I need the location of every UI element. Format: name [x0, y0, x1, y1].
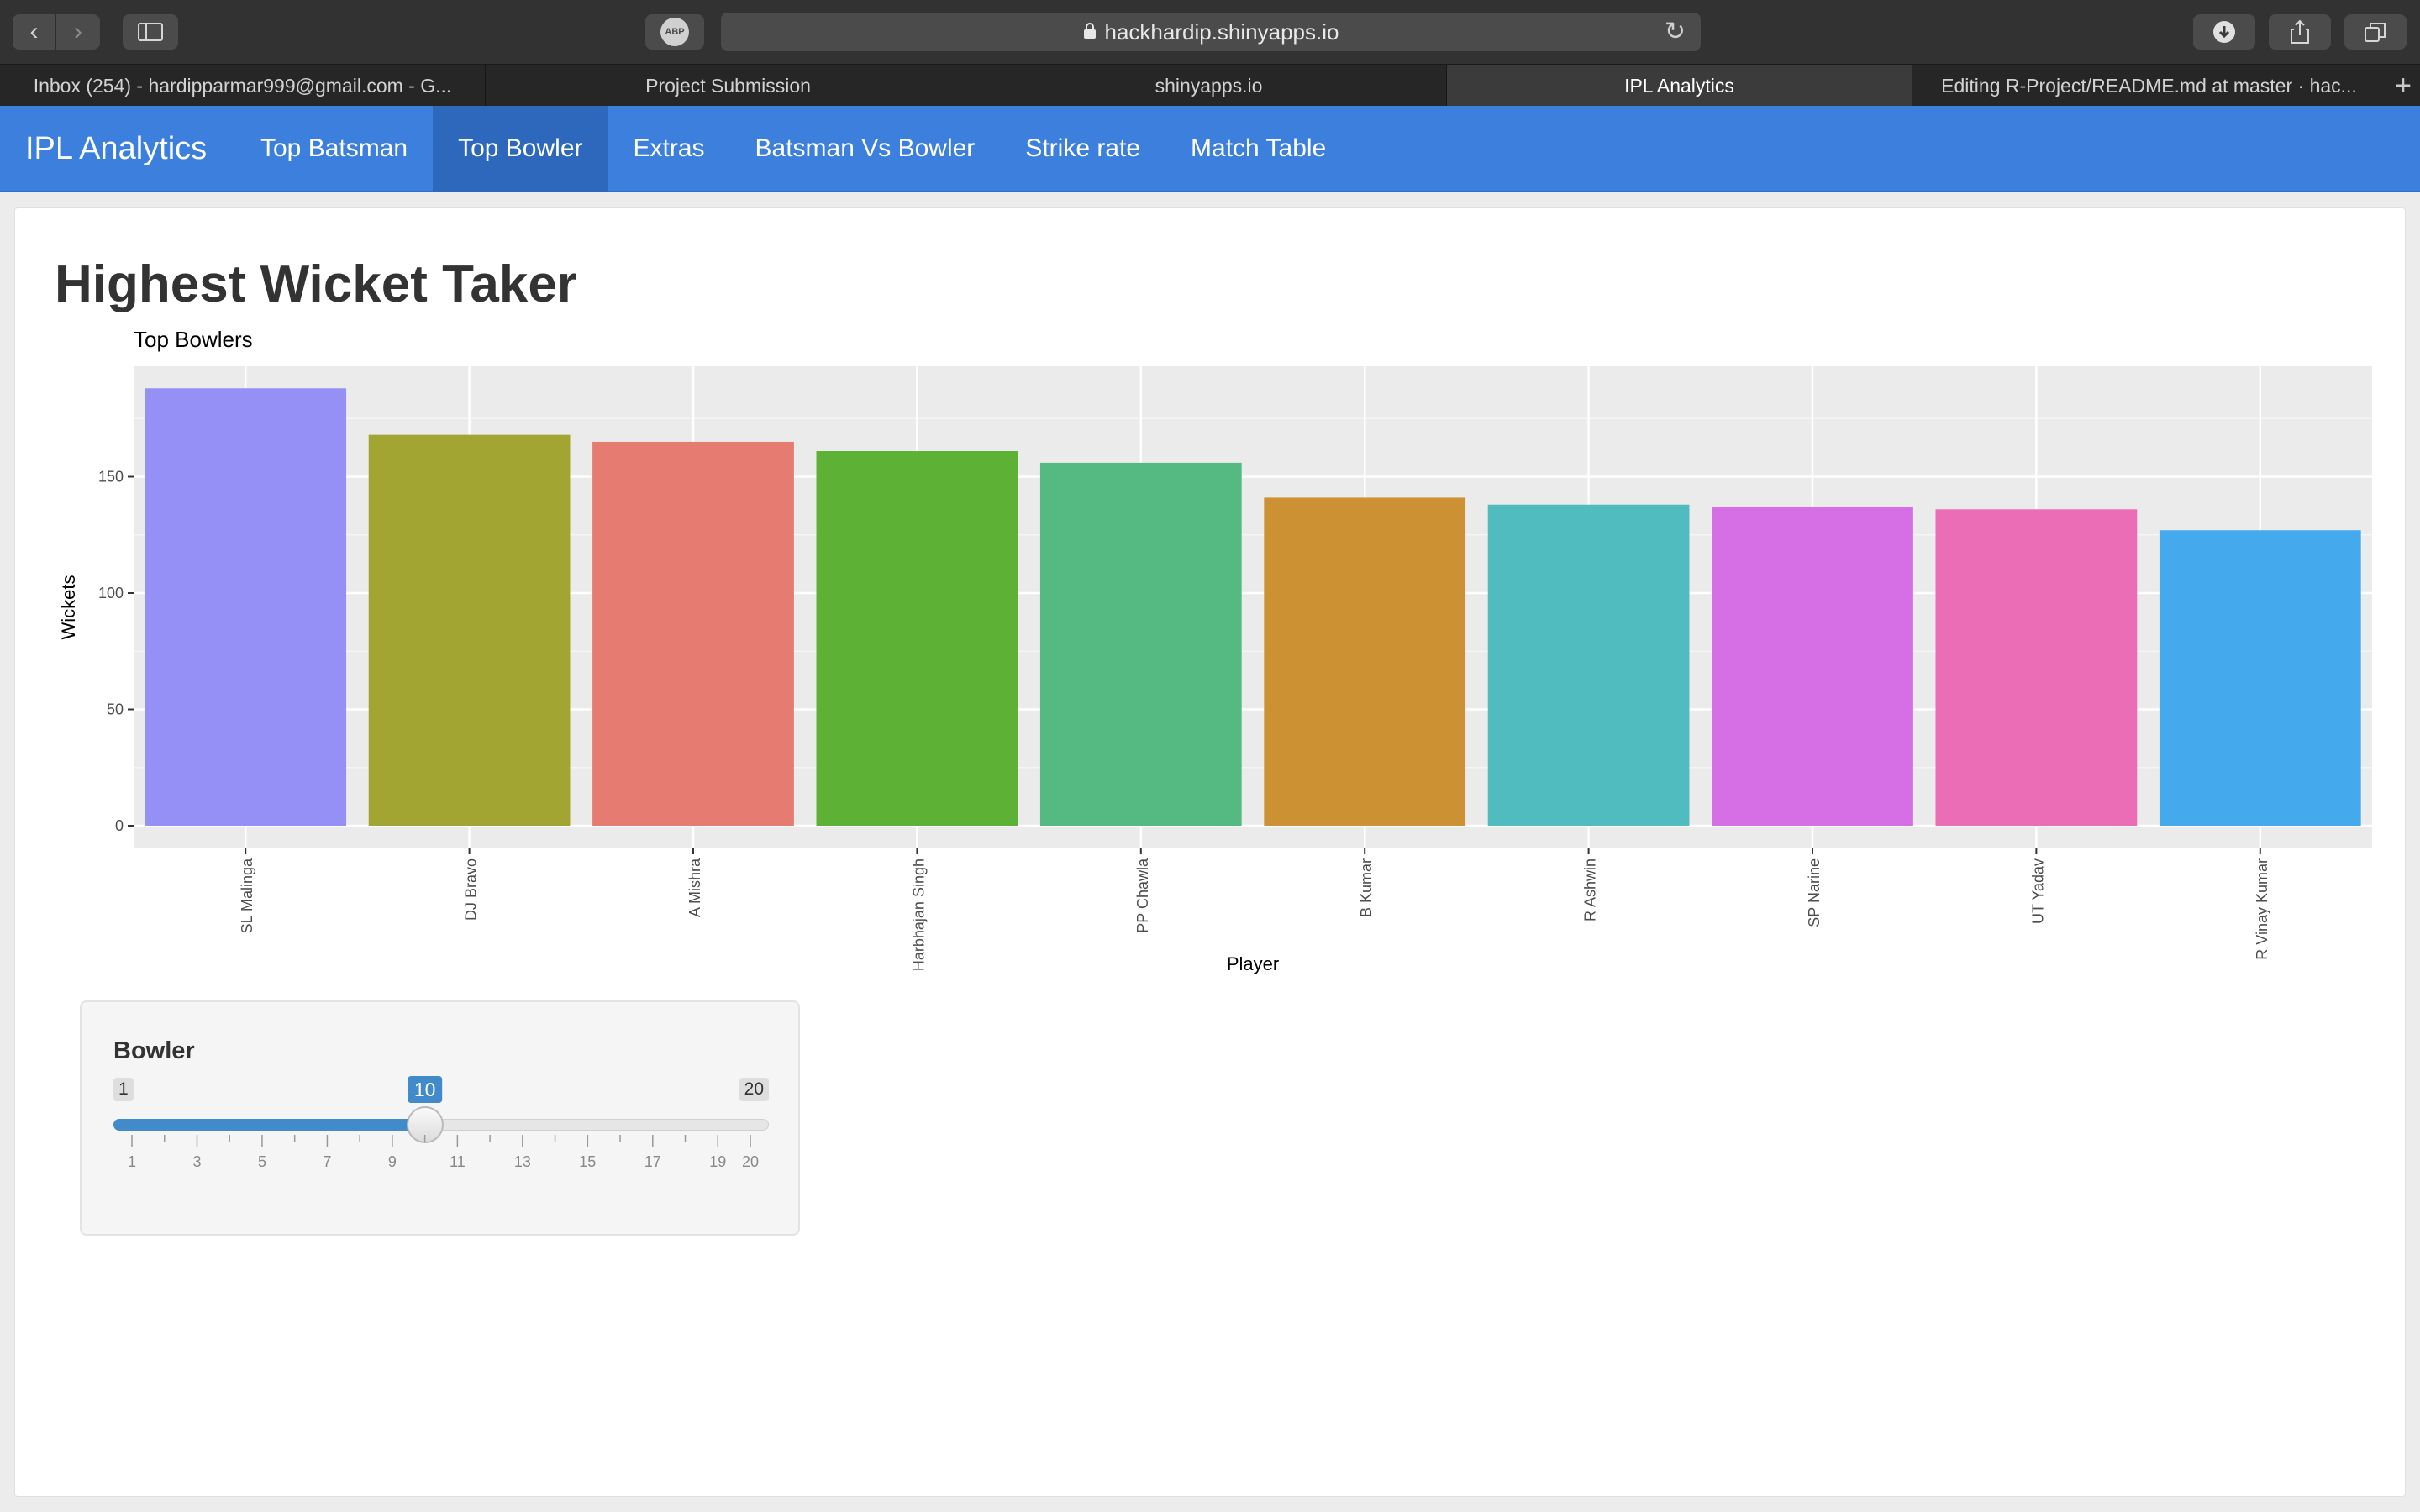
y-tick-label: 100	[98, 585, 124, 601]
y-tick-label: 150	[98, 469, 124, 486]
bowler-slider-panel: Bowler 1 20 10 1 3 5 7 9 11 13 15 17 19 20	[80, 1000, 800, 1236]
app-brand[interactable]: IPL Analytics	[25, 106, 207, 192]
x-tick-label: Harbhajan Singh	[910, 858, 927, 971]
x-tick-label: R Ashwin	[1582, 858, 1599, 921]
slider-max-label: 20	[739, 1078, 769, 1101]
sidebar-icon	[138, 23, 163, 41]
bar	[1935, 509, 2138, 826]
slider-tick-label: 5	[258, 1153, 266, 1170]
tab-overview-button[interactable]	[2344, 14, 2407, 50]
x-tick-label: R Vinay Kumar	[2254, 858, 2270, 960]
slider-tick-label: 9	[388, 1153, 397, 1170]
y-axis-label: Wickets	[58, 575, 79, 640]
top-bowlers-chart: 0 50 100 150 SL Malinga DJ Bravo A Mishra Harbh…	[58, 327, 2372, 974]
tab-inbox[interactable]: Inbox (254) - hardipparmar999@gmail.com …	[0, 65, 486, 107]
nav-top-batsman[interactable]: Top Batsman	[235, 106, 433, 192]
slider-label: Bowler	[113, 1037, 195, 1064]
share-button[interactable]	[2269, 14, 2331, 50]
slider-tick-label: 20	[742, 1153, 759, 1170]
slider-tick-label: 17	[644, 1153, 661, 1170]
y-tick-label: 0	[115, 817, 124, 834]
slider-tick-label: 15	[579, 1153, 596, 1170]
slider-tick-label: 3	[192, 1153, 201, 1170]
x-tick-label: B Kumar	[1358, 858, 1375, 917]
tab-shinyapps[interactable]: shinyapps.io	[971, 65, 1447, 107]
nav-top-bowler[interactable]: Top Bowler	[433, 106, 608, 192]
slider-tick-label: 7	[323, 1153, 331, 1170]
slider-tick-label: 13	[514, 1153, 531, 1170]
adblock-icon: ABP	[660, 18, 689, 46]
bar	[1264, 497, 1466, 826]
x-tick-label: DJ Bravo	[463, 858, 480, 921]
reload-icon[interactable]: ↻	[1665, 17, 1686, 46]
bowler-slider[interactable]: 1 20 10 1 3 5 7 9 11 13 15 17 19 20	[113, 1076, 769, 1202]
nav-extras[interactable]: Extras	[608, 106, 730, 192]
nav-batsman-vs-bowler[interactable]: Batsman Vs Bowler	[730, 106, 1001, 192]
app-navbar: IPL Analytics Top Batsman Top Bowler Ext…	[0, 106, 2420, 192]
nav-match-table[interactable]: Match Table	[1165, 106, 1351, 192]
bar	[816, 451, 1018, 826]
tab-label: Project Submission	[645, 74, 811, 97]
sidebar-toggle-button[interactable]	[123, 14, 178, 50]
slider-tick-label: 19	[709, 1153, 726, 1170]
lock-icon	[1083, 19, 1097, 45]
bar	[368, 434, 571, 826]
address-bar[interactable]: hackhardip.shinyapps.io ↻	[721, 13, 1701, 51]
downloads-button[interactable]	[2193, 14, 2255, 50]
tab-label: Inbox (254) - hardipparmar999@gmail.com …	[33, 74, 452, 97]
tab-label: shinyapps.io	[1155, 74, 1263, 97]
bar	[1712, 507, 1913, 826]
x-tick-label: SL Malinga	[239, 858, 255, 933]
chevron-left-icon: ‹	[29, 18, 39, 45]
x-tick-label: PP Chawla	[1134, 858, 1151, 933]
adblock-button[interactable]: ABP	[645, 14, 704, 50]
x-tick-label: A Mishra	[687, 858, 703, 917]
slider-fill	[113, 1119, 425, 1131]
slider-tick-label: 11	[450, 1153, 466, 1170]
slider-min-label: 1	[113, 1078, 134, 1101]
main-panel: Highest Wicket Taker 0 50 100 150 SL Malinga…	[14, 207, 2406, 1497]
bar	[2159, 530, 2361, 826]
x-tick-label: SP Narine	[1806, 858, 1823, 927]
bar	[1487, 504, 1690, 826]
tab-label: IPL Analytics	[1624, 74, 1734, 97]
forward-button[interactable]: ›	[56, 14, 100, 50]
tab-project-submission[interactable]: Project Submission	[486, 65, 971, 107]
back-button[interactable]: ‹	[13, 14, 56, 50]
plus-icon: +	[2395, 69, 2412, 102]
page-title: Highest Wicket Taker	[55, 255, 577, 313]
browser-toolbar: ‹ › ABP hackhardip.shinyapps.io ↻	[0, 0, 2420, 64]
bar	[1039, 462, 1242, 826]
new-tab-button[interactable]: +	[2386, 65, 2420, 107]
app-nav: Top Batsman Top Bowler Extras Batsman Vs…	[235, 106, 1351, 192]
x-axis-label: Player	[1227, 953, 1279, 974]
nav-strike-rate[interactable]: Strike rate	[1000, 106, 1165, 192]
share-icon	[2291, 19, 2309, 44]
tab-label: Editing R-Project/README.md at master · …	[1941, 74, 2357, 97]
slider-ticks: 1 3 5 7 9 11 13 15 17 19 20	[128, 1135, 759, 1170]
bar	[592, 441, 794, 826]
tab-editing-readme[interactable]: Editing R-Project/README.md at master · …	[1912, 65, 2386, 107]
slider-tick-label: 1	[128, 1153, 136, 1170]
x-tick-label: UT Yadav	[2029, 858, 2046, 924]
history-nav: ‹ ›	[13, 14, 100, 50]
chevron-right-icon: ›	[74, 18, 82, 45]
browser-tab-bar: Inbox (254) - hardipparmar999@gmail.com …	[0, 64, 2420, 107]
y-tick-label: 50	[107, 701, 124, 718]
url-text: hackhardip.shinyapps.io	[1104, 18, 1339, 45]
tabs-icon	[2365, 23, 2386, 42]
tab-ipl-analytics[interactable]: IPL Analytics	[1447, 65, 1912, 107]
chart-title: Top Bowlers	[134, 327, 253, 352]
bar	[145, 388, 347, 826]
slider-value-badge: 10	[407, 1076, 443, 1103]
download-icon	[2213, 21, 2235, 43]
